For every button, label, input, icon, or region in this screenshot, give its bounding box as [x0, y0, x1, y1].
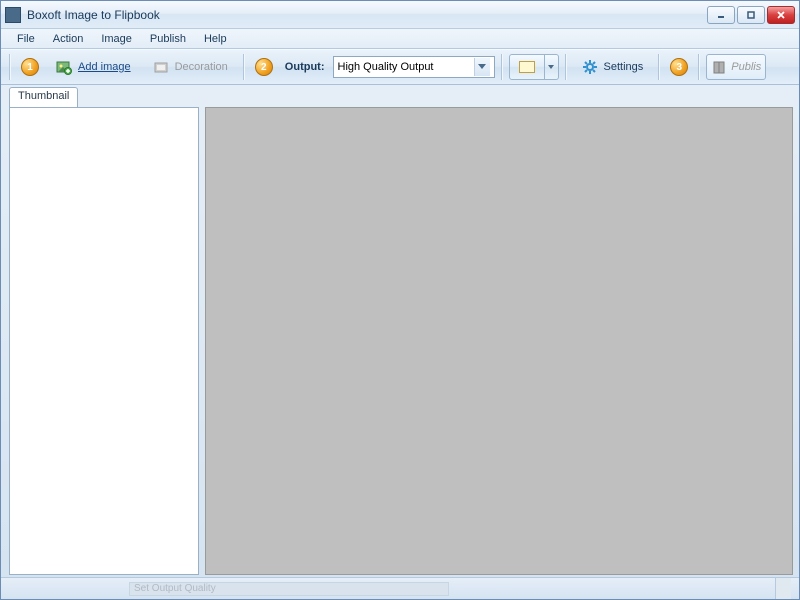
- tab-strip: Thumbnail: [9, 87, 199, 107]
- decoration-label: Decoration: [175, 61, 228, 73]
- step2-badge: 2: [255, 58, 273, 76]
- maximize-button[interactable]: [737, 6, 765, 24]
- menu-action[interactable]: Action: [45, 31, 92, 47]
- toolbar-separator: [501, 54, 503, 80]
- scrollbar-stub[interactable]: [775, 578, 791, 599]
- status-hint: Set Output Quality: [129, 582, 449, 596]
- step3-badge: 3: [670, 58, 688, 76]
- settings-label: Settings: [604, 61, 644, 73]
- page-layout-button[interactable]: [509, 54, 545, 80]
- add-image-icon: [56, 59, 72, 75]
- add-image-button[interactable]: Add image: [47, 54, 140, 80]
- toolbar-separator: [698, 54, 700, 80]
- toolbar-separator: [658, 54, 660, 80]
- publish-label: Publis: [731, 61, 761, 73]
- close-icon: [776, 10, 786, 20]
- tab-thumbnail[interactable]: Thumbnail: [9, 87, 78, 107]
- add-image-label: Add image: [78, 61, 131, 73]
- window-title: Boxoft Image to Flipbook: [27, 8, 707, 22]
- decoration-button: Decoration: [144, 54, 237, 80]
- minimize-button[interactable]: [707, 6, 735, 24]
- publish-button[interactable]: Publis: [706, 54, 766, 80]
- page-layout-dropdown[interactable]: [545, 54, 559, 80]
- menu-file[interactable]: File: [9, 31, 43, 47]
- minimize-icon: [716, 10, 726, 20]
- preview-canvas: [205, 107, 793, 575]
- decoration-icon: [153, 59, 169, 75]
- book-icon: [711, 59, 727, 75]
- window-controls: [707, 6, 795, 24]
- thumbnail-list[interactable]: [9, 107, 199, 575]
- step1-badge: 1: [21, 58, 39, 76]
- menu-help[interactable]: Help: [196, 31, 235, 47]
- output-label: Output:: [285, 61, 325, 73]
- menubar: File Action Image Publish Help: [1, 29, 799, 49]
- menu-image[interactable]: Image: [93, 31, 140, 47]
- page-layout-icon: [519, 61, 535, 73]
- chevron-down-icon: [474, 58, 490, 76]
- thumbnail-panel: Thumbnail: [9, 87, 199, 575]
- content-area: Thumbnail: [1, 85, 799, 577]
- app-icon: [5, 7, 21, 23]
- statusbar: Set Output Quality: [1, 577, 799, 599]
- output-quality-select[interactable]: High Quality Output: [333, 56, 495, 78]
- close-button[interactable]: [767, 6, 795, 24]
- gear-icon: [582, 59, 598, 75]
- titlebar: Boxoft Image to Flipbook: [1, 1, 799, 29]
- chevron-down-icon: [548, 65, 554, 69]
- toolbar: 1 Add image Decoration 2 Output: High Qu…: [1, 49, 799, 85]
- output-selected-value: High Quality Output: [338, 61, 474, 73]
- settings-button[interactable]: Settings: [573, 54, 653, 80]
- toolbar-separator: [243, 54, 245, 80]
- maximize-icon: [746, 10, 756, 20]
- menu-publish[interactable]: Publish: [142, 31, 194, 47]
- toolbar-separator: [565, 54, 567, 80]
- toolbar-separator: [9, 54, 11, 80]
